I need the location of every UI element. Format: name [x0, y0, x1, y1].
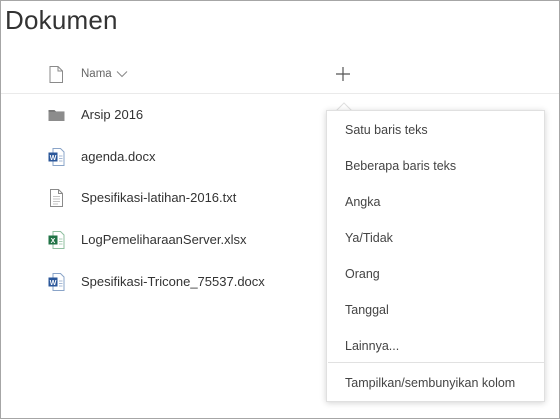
menu-divider: [328, 362, 544, 363]
list-item[interactable]: Spesifikasi-latihan-2016.txt: [1, 185, 331, 211]
file-name[interactable]: LogPemeliharaanServer.xlsx: [81, 232, 246, 247]
list-item[interactable]: X LogPemeliharaanServer.xlsx: [1, 227, 331, 253]
word-doc-icon: W: [48, 273, 65, 291]
menu-item-multi-line-text[interactable]: Beberapa baris teks: [327, 151, 544, 181]
menu-item-yes-no[interactable]: Ya/Tidak: [327, 223, 544, 253]
add-column-menu: Satu baris teks Beberapa baris teks Angk…: [326, 110, 545, 402]
file-name[interactable]: Arsip 2016: [81, 107, 143, 122]
text-file-icon: [50, 189, 63, 207]
chevron-down-icon: [116, 71, 128, 78]
list-item[interactable]: Arsip 2016: [1, 102, 331, 128]
list-header-row: Nama: [1, 61, 559, 94]
file-name[interactable]: Spesifikasi-Tricone_75537.docx: [81, 274, 265, 289]
list-item[interactable]: W agenda.docx: [1, 144, 331, 170]
folder-icon: [48, 110, 65, 121]
menu-item-date[interactable]: Tanggal: [327, 295, 544, 325]
svg-text:X: X: [51, 238, 56, 245]
word-doc-icon: W: [48, 148, 65, 166]
name-column-label: Nama: [81, 68, 112, 80]
menu-item-single-line-text[interactable]: Satu baris teks: [327, 115, 544, 145]
menu-item-show-hide-columns[interactable]: Tampilkan/sembunyikan kolom: [327, 368, 544, 398]
list-item[interactable]: W Spesifikasi-Tricone_75537.docx: [1, 269, 331, 295]
menu-item-number[interactable]: Angka: [327, 187, 544, 217]
file-name[interactable]: agenda.docx: [81, 149, 155, 164]
add-column-plus-icon[interactable]: [335, 66, 351, 82]
svg-text:W: W: [50, 280, 57, 287]
file-name[interactable]: Spesifikasi-latihan-2016.txt: [81, 190, 236, 205]
menu-item-person[interactable]: Orang: [327, 259, 544, 289]
file-type-column-icon[interactable]: [49, 66, 63, 83]
excel-doc-icon: X: [48, 231, 65, 249]
document-library-window: Dokumen Nama Arsip 2016 W agenda.docx Sp…: [0, 0, 560, 419]
page-title: Dokumen: [5, 5, 118, 35]
name-column-header[interactable]: Nama: [81, 68, 128, 80]
menu-item-more[interactable]: Lainnya...: [327, 331, 544, 361]
svg-text:W: W: [50, 155, 57, 162]
